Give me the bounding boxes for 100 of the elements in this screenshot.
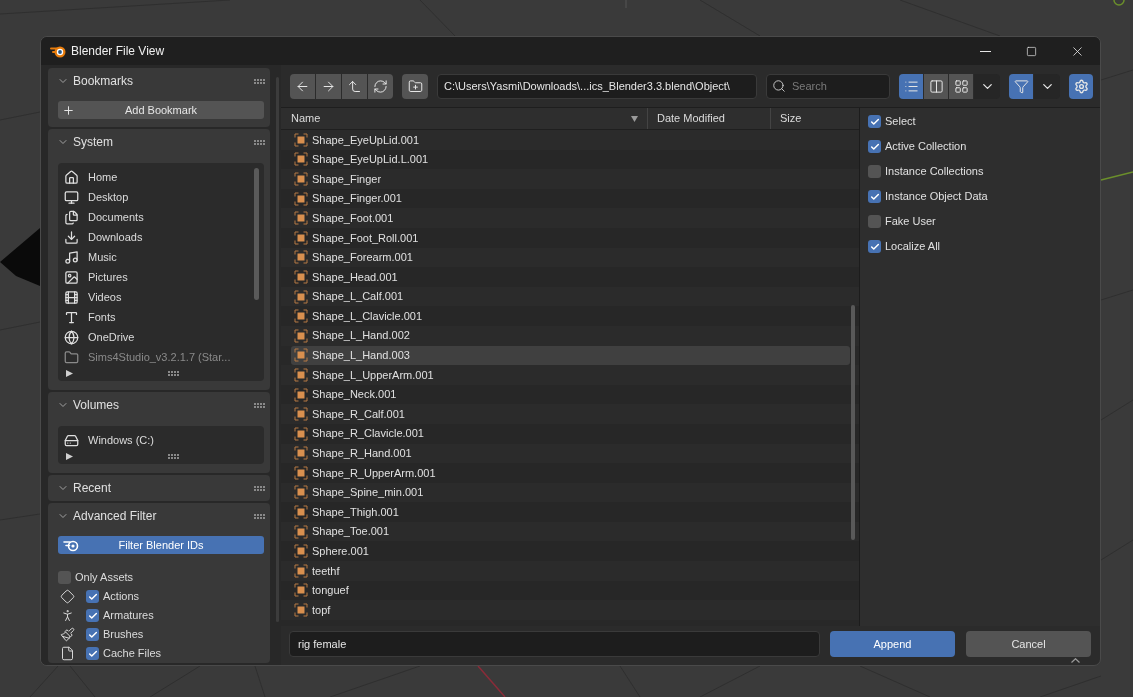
place-item[interactable]: OneDrive [58,327,264,347]
back-button[interactable] [290,73,315,99]
grip-icon[interactable] [254,78,265,84]
place-item[interactable]: Documents [58,207,264,227]
object-icon [294,563,308,578]
display-dropdown-button[interactable] [974,73,1000,99]
maximize-icon [1025,45,1037,57]
sort-icon[interactable] [631,115,638,122]
display-mode-button[interactable] [899,73,923,99]
globe-icon [64,329,79,345]
place-item[interactable]: Downloads [58,227,264,247]
grip-icon[interactable] [254,139,265,145]
grip-icon[interactable] [168,453,179,459]
checkbox[interactable] [868,240,881,253]
checkbox-label: Armatures [103,608,154,624]
checkbox-label: Only Assets [75,570,134,586]
object-icon [294,269,308,284]
parent-folder-button[interactable] [342,73,367,99]
forward-button[interactable] [316,73,341,99]
place-item[interactable]: Videos [58,287,264,307]
checkbox[interactable] [86,609,99,622]
checkbox-label: Instance Collections [885,164,984,180]
settings-icon [1073,78,1089,94]
checkbox-label: Localize All [885,239,941,255]
checkbox-label: Actions [103,589,140,605]
grip-icon[interactable] [254,513,265,519]
place-item[interactable]: Windows (C:) [58,430,264,450]
new-folder-button[interactable] [402,73,428,99]
grip-icon[interactable] [168,370,179,376]
grip-icon[interactable] [254,485,265,491]
place-item[interactable]: Fonts [58,307,264,327]
object-icon [294,583,308,598]
checkbox[interactable] [868,140,881,153]
film-icon [64,289,79,305]
filename-field[interactable]: rig female [289,631,820,657]
filter-toggle-button[interactable] [1009,73,1033,99]
brush-icon [60,627,75,642]
drive-icon [64,432,79,448]
column-header[interactable]: Name [281,108,647,129]
check-icon [869,141,880,152]
object-icon [294,309,308,324]
chevron-up-icon[interactable] [1071,658,1080,663]
object-icon [294,387,308,402]
check-icon [869,116,880,127]
object-icon [294,328,308,343]
download-icon [64,229,79,245]
file-item[interactable]: Shape_L_Hand.003 [291,345,850,366]
panel-title: Advanced Filter [73,508,158,525]
path-field[interactable]: C:\Users\Yasmi\Downloads\...ics_Blender3.3.blend\Object\ [437,73,757,99]
object-icon [294,603,308,618]
confirm-button[interactable]: Append [830,631,955,657]
expand-arrow-icon[interactable] [66,369,73,377]
column-header[interactable]: Date Modified [647,108,770,129]
grid-icon [953,78,969,94]
object-icon [294,407,308,422]
checkbox[interactable] [58,571,71,584]
settings-button[interactable] [1069,73,1093,99]
display-mode-button[interactable] [949,73,973,99]
monitor-icon [64,189,79,205]
checkbox[interactable] [868,215,881,228]
add-bookmark-button[interactable]: Add Bookmark [58,101,264,119]
checkbox[interactable] [868,190,881,203]
search-field[interactable]: Search [766,73,890,99]
folder-plus-icon [407,78,423,94]
window-title: Blender File View [71,43,166,60]
place-item[interactable]: Desktop [58,187,264,207]
place-item[interactable]: Pictures [58,267,264,287]
checkbox[interactable] [86,647,99,660]
place-item[interactable]: Music [58,247,264,267]
columns-icon [928,78,944,94]
column-header[interactable]: Size [770,108,859,129]
refresh-button[interactable] [368,73,393,99]
expand-arrow-icon[interactable] [66,452,73,460]
object-icon [294,211,308,226]
check-icon [869,241,880,252]
home-icon [64,169,79,185]
minimize-icon [979,50,991,52]
place-item[interactable]: Home [58,167,264,187]
object-icon [294,446,308,461]
scrollbar[interactable] [851,305,855,540]
search-icon [772,79,786,93]
checkbox-label: Cache Files [103,646,162,662]
cancel-button[interactable]: Cancel [966,631,1091,657]
object-icon [294,465,308,480]
object-icon [294,544,308,559]
check-icon [87,610,98,621]
object-icon [294,524,308,539]
filter-ids-button[interactable]: Filter Blender IDs [58,536,264,554]
checkbox[interactable] [868,165,881,178]
object-icon [294,230,308,245]
filter-dropdown-button[interactable] [1034,73,1060,99]
scrollbar[interactable] [254,168,259,300]
object-icon [294,485,308,500]
checkbox[interactable] [868,115,881,128]
display-mode-button[interactable] [924,73,948,99]
checkbox[interactable] [86,590,99,603]
grip-icon[interactable] [254,402,265,408]
right-arrow-icon [321,78,336,94]
checkbox[interactable] [86,628,99,641]
corner-up-arrow-icon [347,78,362,94]
